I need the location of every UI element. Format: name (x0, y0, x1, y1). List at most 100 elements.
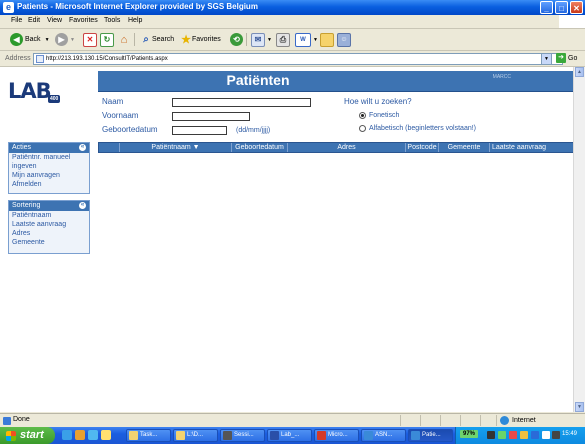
power-icon[interactable] (487, 431, 495, 439)
radio-fonetisch[interactable]: Fonetisch (359, 112, 399, 119)
taskbar-item-folder[interactable]: L:\D... (173, 429, 218, 442)
close-button[interactable]: ✕ (570, 1, 583, 14)
column-laatste-aanvraag[interactable]: Laatste aanvraag (489, 143, 548, 152)
taskbar-item-task[interactable]: Task... (126, 429, 171, 442)
search-label: Search (152, 36, 175, 43)
link-patientnr-manueel[interactable]: Patiëntnr. manueel ingeven (9, 153, 89, 171)
refresh-button[interactable]: ↻ (100, 32, 114, 47)
menu-favorites[interactable]: Favorites (69, 17, 98, 24)
home-button[interactable]: ⌂ (118, 32, 130, 47)
status-divider (460, 415, 461, 426)
column-select (99, 143, 119, 152)
toolbar-separator (246, 33, 247, 46)
tray-app-icon[interactable] (520, 431, 528, 439)
security-zone: Internet (500, 416, 536, 425)
security-icon[interactable] (509, 431, 517, 439)
menu-view[interactable]: View (47, 17, 62, 24)
title-bar[interactable]: e Patients - Microsoft Internet Explorer… (0, 0, 585, 15)
taskbar-item-asn[interactable]: ASN... (361, 429, 406, 442)
explorer-quicklaunch-icon[interactable] (101, 430, 111, 440)
taskbar-item-session[interactable]: Sessi... (220, 429, 265, 442)
folder-button[interactable] (320, 32, 334, 47)
logo-badge: 400 (48, 95, 61, 103)
logo-text: LAB (8, 79, 52, 103)
address-input[interactable]: http://213.193.130.15/ConsultIT/Patients… (33, 53, 563, 65)
clock[interactable]: 15:49 (562, 431, 577, 437)
start-button[interactable]: start (0, 427, 55, 444)
voornaam-input[interactable] (172, 112, 250, 121)
scroll-up-icon[interactable]: ▲ (575, 67, 584, 77)
column-adres[interactable]: Adres (287, 143, 405, 152)
naam-input[interactable] (172, 98, 311, 107)
address-url: http://213.193.130.15/ConsultIT/Patients… (46, 56, 168, 62)
back-button[interactable]: ◀ Back ▼ (10, 32, 50, 47)
messenger-icon: ☺ (337, 32, 351, 47)
stop-button[interactable]: ✕ (83, 32, 97, 47)
status-divider (400, 415, 401, 426)
patients-table-header: Patiëntnaam ▼ Geboortedatum Adres Postco… (98, 142, 583, 153)
word-icon: W (295, 32, 311, 47)
link-afmelden[interactable]: Afmelden (9, 180, 89, 189)
favorites-button[interactable]: ★ Favorites (180, 32, 221, 47)
status-divider (440, 415, 441, 426)
menu-edit[interactable]: Edit (28, 17, 40, 24)
link-mijn-aanvragen[interactable]: Mijn aanvragen (9, 171, 89, 180)
toolbar-separator (134, 33, 135, 46)
vertical-scrollbar[interactable]: ▲ ▼ (573, 67, 585, 412)
menu-bar: File Edit View Favorites Tools Help (0, 15, 585, 29)
address-label: Address (5, 55, 31, 62)
toolbar: ◀ Back ▼ ▶ ▼ ✕ ↻ ⌂ ⌕ Search ★ Favorites … (0, 29, 585, 51)
history-button[interactable]: ⟲ (230, 32, 245, 47)
outlook-quicklaunch-icon[interactable] (75, 430, 85, 440)
sort-gemeente[interactable]: Gemeente (9, 238, 89, 247)
print-button[interactable]: ⎙ (276, 32, 290, 47)
geboortedatum-input[interactable] (172, 126, 227, 135)
folder-icon (320, 32, 334, 47)
column-postcode[interactable]: Postcode (405, 143, 438, 152)
messenger-button[interactable]: ☺ (337, 32, 351, 47)
taskbar-item-lab[interactable]: Lab_... (267, 429, 312, 442)
tray-app-icon[interactable] (542, 431, 550, 439)
column-patientnaam[interactable]: Patiëntnaam ▼ (119, 143, 231, 152)
geboortedatum-label: Geboortedatum (102, 125, 158, 134)
sortering-panel-header[interactable]: Sortering « (9, 201, 89, 211)
chevron-down-icon: ▼ (70, 36, 75, 43)
edit-button[interactable]: W ▼ (295, 32, 318, 47)
address-dropdown-icon[interactable]: ▼ (541, 53, 552, 65)
sort-patientnaam[interactable]: Patiëntnaam (9, 211, 89, 220)
go-button[interactable]: ➜ Go (556, 53, 577, 63)
taskbar-item-microsoft[interactable]: Micro... (314, 429, 359, 442)
page-done-icon (3, 417, 11, 425)
desktop-quicklaunch-icon[interactable] (88, 430, 98, 440)
menu-help[interactable]: Help (128, 17, 142, 24)
scroll-down-icon[interactable]: ▼ (575, 402, 584, 412)
radio-fonetisch-label: Fonetisch (369, 112, 400, 119)
radio-alfabetisch-label: Alfabetisch (beginletters volstaan!) (369, 125, 476, 132)
collapse-icon[interactable]: « (79, 144, 86, 151)
taskbar-item-patients[interactable]: Patie... (408, 429, 453, 442)
radio-alfabetisch[interactable]: Alfabetisch (beginletters volstaan!) (359, 125, 476, 132)
chevron-down-icon: ▼ (44, 36, 50, 43)
ie-quicklaunch-icon[interactable] (62, 430, 72, 440)
search-button[interactable]: ⌕ Search (140, 32, 174, 47)
battery-indicator[interactable]: 97% (460, 430, 479, 438)
forward-button[interactable]: ▶ ▼ (55, 32, 75, 47)
minimize-button[interactable]: _ (540, 1, 553, 14)
mail-icon: ✉ (251, 32, 265, 47)
volume-icon[interactable] (552, 431, 560, 439)
sort-adres[interactable]: Adres (9, 229, 89, 238)
network-icon[interactable] (498, 431, 506, 439)
ie-icon: e (3, 2, 14, 13)
tray-app-icon[interactable] (531, 431, 539, 439)
menu-file[interactable]: File (11, 17, 22, 24)
collapse-icon[interactable]: « (79, 202, 86, 209)
column-geboortedatum[interactable]: Geboortedatum (231, 143, 287, 152)
mail-button[interactable]: ✉ ▼ (251, 32, 272, 47)
column-gemeente[interactable]: Gemeente (438, 143, 489, 152)
maximize-button[interactable]: □ (555, 1, 568, 14)
menu-tools[interactable]: Tools (104, 17, 120, 24)
acties-panel-header[interactable]: Acties « (9, 143, 89, 153)
search-icon: ⌕ (143, 33, 149, 45)
sort-laatste-aanvraag[interactable]: Laatste aanvraag (9, 220, 89, 229)
star-icon: ★ (181, 33, 191, 46)
